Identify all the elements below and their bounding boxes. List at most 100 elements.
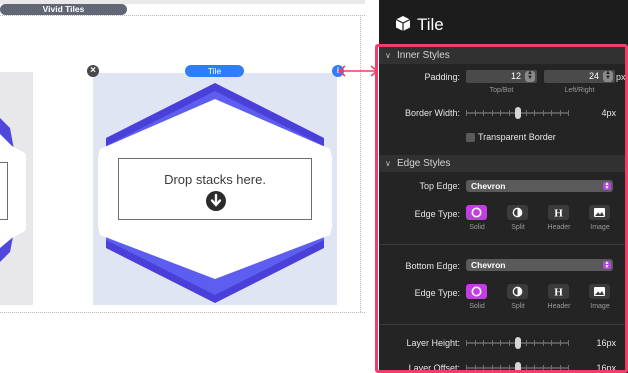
border-width-slider[interactable] — [466, 107, 569, 119]
layer-offset-label: Layer Offset: — [408, 363, 460, 373]
chevron-down-icon: ∨ — [385, 159, 391, 168]
bottom-edge-type-image-button[interactable] — [589, 284, 610, 299]
slider-tick — [466, 365, 467, 371]
bottom-edge-type-split-caption: Split — [511, 303, 525, 310]
bottom-edge-label: Bottom Edge: — [405, 261, 460, 271]
top-edge-type-image-caption: Image — [590, 224, 610, 231]
slider-tick — [526, 340, 527, 346]
padding-top-bot-field[interactable]: 12 ▲ ▼ — [466, 70, 537, 83]
layer-height-label: Layer Height: — [406, 338, 460, 348]
layer-height-value: 16px — [596, 338, 616, 348]
slider-tick — [509, 110, 510, 116]
stepper-icon[interactable]: ▲ ▼ — [603, 70, 613, 82]
inner-styles-title: Inner Styles — [397, 50, 450, 61]
padding-unit: px — [616, 72, 626, 82]
slider-tick — [492, 340, 493, 346]
circle-ring-icon — [471, 286, 482, 297]
inspector-header: Tile — [379, 0, 628, 47]
slider-tick — [475, 340, 476, 346]
arrow-down-circle-icon — [206, 191, 226, 211]
top-edge-label: Top Edge: — [419, 181, 460, 191]
slider-tick — [500, 110, 501, 116]
edge-styles-header[interactable]: ∨ Edge Styles — [379, 155, 628, 172]
slider-tick — [551, 110, 552, 116]
bottom-edge-value: Chevron — [471, 260, 506, 270]
padding-left-right-field[interactable]: 24 ▲ ▼ — [544, 70, 615, 83]
tile-label-pill[interactable]: Tile — [185, 65, 244, 77]
bottom-edge-type-label: Edge Type: — [414, 288, 460, 298]
slider-thumb[interactable] — [515, 362, 521, 373]
slider-tick — [543, 340, 544, 346]
padding-top-bot-caption: Top/Bot — [489, 87, 514, 94]
slider-tick — [543, 110, 544, 116]
slider-tick — [560, 340, 561, 346]
slider-thumb[interactable] — [515, 107, 521, 119]
divider — [379, 244, 628, 245]
slider-tick — [568, 365, 569, 371]
slider-tick — [560, 365, 561, 371]
updown-chevron-icon: ▲ ▼ — [603, 260, 611, 270]
slider-tick — [483, 110, 484, 116]
bottom-edge-type-split-button[interactable] — [507, 284, 528, 299]
slider-tick — [475, 110, 476, 116]
slider-tick — [466, 110, 467, 116]
top-edge-value: Chevron — [471, 181, 506, 191]
bottom-edge-type-header-caption: Header — [547, 303, 571, 310]
slider-tick — [526, 365, 527, 371]
slider-tick — [568, 340, 569, 346]
inner-styles-header[interactable]: ∨ Inner Styles — [379, 47, 628, 64]
slider-tick — [500, 340, 501, 346]
slider-tick — [534, 340, 535, 346]
close-button[interactable]: × — [87, 65, 99, 77]
slider-tick — [509, 340, 510, 346]
svg-text:H: H — [554, 287, 563, 299]
edge-type-label: Edge Type: — [414, 209, 460, 219]
slider-tick — [526, 110, 527, 116]
layer-offset-value: 16px — [596, 363, 616, 373]
editor-canvas: Vivid Tiles Tile × i Drop stacks here. — [0, 0, 365, 373]
top-edge-type-header-caption: Header — [547, 224, 571, 231]
drop-zone-text: Drop stacks here. — [164, 172, 266, 187]
edge-styles-title: Edge Styles — [397, 158, 451, 169]
cube-icon — [395, 16, 411, 31]
half-circle-icon — [512, 286, 523, 297]
top-edge-type-image-button[interactable] — [589, 205, 610, 220]
image-icon — [594, 287, 605, 296]
border-width-value: 4px — [601, 108, 616, 118]
slider-tick — [568, 110, 569, 116]
top-edge-select[interactable]: Chevron ▲ ▼ — [466, 180, 613, 192]
bottom-edge-type-image-caption: Image — [590, 303, 610, 310]
slider-tick — [509, 365, 510, 371]
circle-ring-icon — [471, 207, 482, 218]
padding-top-bot-value: 12 — [510, 71, 521, 81]
double-arrow-icon — [337, 65, 379, 77]
drop-zone[interactable]: Drop stacks here. — [118, 158, 312, 220]
image-icon — [594, 208, 605, 217]
slider-tick — [551, 365, 552, 371]
layer-offset-slider[interactable] — [466, 362, 569, 373]
bottom-edge-select[interactable]: Chevron ▲ ▼ — [466, 259, 613, 271]
header-h-icon: H — [554, 287, 563, 299]
header-h-icon: H — [554, 208, 563, 220]
stepper-icon[interactable]: ▲ ▼ — [525, 70, 535, 82]
slider-tick — [543, 365, 544, 371]
slider-tick — [483, 365, 484, 371]
slider-tick — [492, 365, 493, 371]
bottom-edge-type-solid-button[interactable] — [466, 284, 487, 299]
top-edge-type-split-button[interactable] — [507, 205, 528, 220]
top-edge-type-solid-button[interactable] — [466, 205, 487, 220]
layer-height-slider[interactable] — [466, 337, 569, 349]
svg-text:H: H — [554, 208, 563, 220]
chevron-down-icon: ∨ — [385, 51, 391, 60]
padding-label: Padding: — [424, 72, 460, 82]
left-drop-zone — [0, 162, 8, 220]
transparent-border-label: Transparent Border — [478, 132, 556, 142]
slider-tick — [534, 110, 535, 116]
top-edge-type-solid-caption: Solid — [469, 224, 485, 231]
transparent-border-checkbox[interactable] — [466, 133, 475, 142]
inspector-panel: Tile ∨ Inner Styles Padding: 12 ▲ ▼ 24 ▲ ▼… — [379, 0, 628, 373]
slider-thumb[interactable] — [515, 337, 521, 349]
bottom-edge-type-header-button[interactable]: H — [548, 284, 569, 299]
half-circle-icon — [512, 207, 523, 218]
top-edge-type-header-button[interactable]: H — [548, 205, 569, 220]
